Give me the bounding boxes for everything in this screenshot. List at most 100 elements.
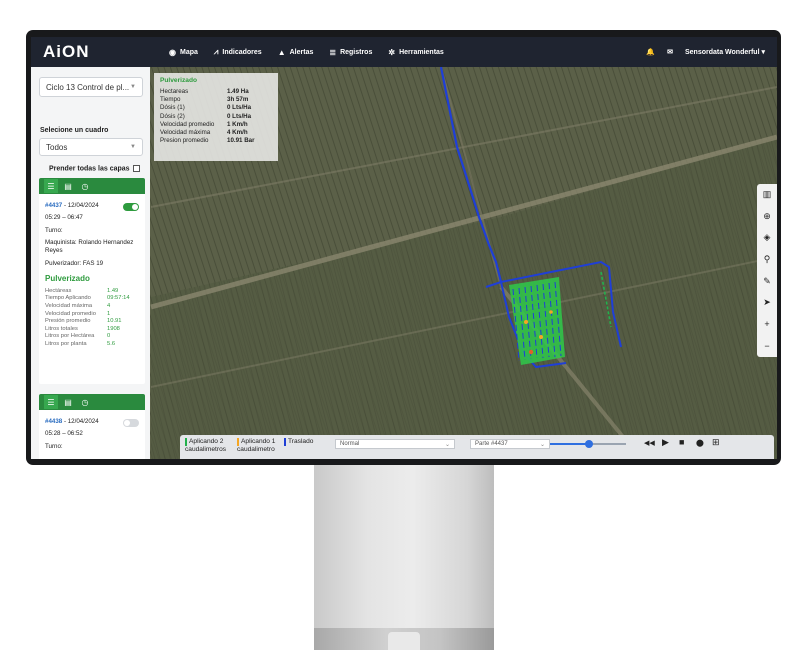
nav-label: Registros — [340, 48, 373, 56]
stat-row: Velocidad promedio 1 — [45, 310, 111, 317]
user-menu[interactable]: Sensordata Wonderful ▾ — [685, 48, 765, 56]
trip-status: Pulverizado — [45, 274, 90, 284]
globe-icon[interactable]: ⊕ — [757, 206, 777, 228]
trip-card[interactable]: ☰ ▤ ◷ #4438 - 12/04/2024 05:28 – 06:52 T… — [39, 394, 145, 459]
nav-alertas[interactable]: ▲ Alertas — [278, 48, 314, 57]
trip-date: - 12/04/2024 — [62, 418, 99, 425]
ruler-icon[interactable]: ✎ — [757, 270, 777, 292]
list-icon[interactable]: ☰ — [44, 179, 58, 193]
layers-label: Prender todas las capas — [49, 165, 130, 173]
legend-swatch — [284, 438, 286, 446]
trip-time: 05:29 – 06:47 — [45, 214, 83, 222]
map-layers-icon[interactable]: ▥ — [757, 184, 777, 206]
mode-select[interactable]: Normal ⌄ — [335, 439, 455, 449]
nav-registros[interactable]: ≣ Registros — [329, 48, 372, 57]
layers-toggle[interactable]: Prender todas las capas — [49, 165, 140, 172]
nav-label: Indicadores — [222, 48, 262, 56]
info-row: Presion promedio 10.91 Bar — [160, 137, 255, 145]
stat-row: Litros por planta 5.6 — [45, 340, 116, 347]
card-tabs: ☰ ▤ ◷ — [39, 178, 145, 194]
marker-icon[interactable]: ⬤ — [696, 439, 704, 447]
playback-slider-remaining — [590, 443, 626, 445]
zoom-in-icon[interactable]: + — [757, 314, 777, 336]
trip-maquinista: Maquinista: Rolando Hernandez Reyes — [45, 239, 134, 255]
map-toolbar: ▥ ⊕ ◈ ⚲ ✎ ➤ + − — [757, 184, 777, 357]
chevron-down-icon: ⌄ — [539, 441, 545, 448]
info-row: Tiempo 3h 57m — [160, 96, 249, 104]
bell-icon[interactable]: 🔔 — [646, 48, 655, 56]
clock-icon[interactable]: ◷ — [78, 395, 92, 409]
play-icon[interactable]: ▶ — [662, 437, 669, 448]
mail-icon[interactable]: ✉ — [667, 48, 673, 56]
navigate-icon[interactable]: ➤ — [757, 292, 777, 314]
cycle-select-value: Ciclo 13 Control de pl... — [46, 82, 130, 92]
playback-bar: Aplicando 2 caudalimetros Aplicando 1 ca… — [180, 435, 774, 459]
cuadro-select-value: Todos — [46, 142, 68, 152]
info-row: Dósis (2) 0 Lts/Ha — [160, 112, 252, 120]
chevron-down-icon: ▼ — [130, 84, 136, 90]
clipboard-icon[interactable]: ▤ — [61, 395, 75, 409]
cuadro-label: Selecione un cuadro — [40, 127, 109, 134]
pin-icon[interactable]: ⚲ — [757, 249, 777, 271]
table-icon[interactable]: ⊞ — [712, 437, 720, 448]
clipboard-icon[interactable]: ▤ — [61, 179, 75, 193]
trip-turno: Turno: — [45, 226, 63, 234]
stat-row: Hectáreas 1.49 — [45, 287, 119, 294]
trip-turno: Turno: — [45, 442, 63, 450]
cycle-select[interactable]: Ciclo 13 Control de pl... ▼ — [39, 77, 143, 97]
nav-herramientas[interactable]: ✲ Herramientas — [388, 48, 443, 57]
playback-slider-handle[interactable] — [585, 440, 593, 448]
zoom-out-icon[interactable]: − — [757, 335, 777, 357]
top-navbar: AiON ◉ Mapa ⩘ Indicadores ▲ Alertas ≣ Re… — [31, 37, 777, 67]
trip-time: 05:28 – 06:52 — [45, 430, 83, 438]
chevron-down-icon: ▼ — [130, 144, 136, 150]
stop-icon[interactable]: ■ — [679, 437, 684, 447]
main-nav: ◉ Mapa ⩘ Indicadores ▲ Alertas ≣ Registr… — [169, 37, 460, 67]
info-row: Dósis (1) 0 Lts/Ha — [160, 104, 252, 112]
nav-indicadores[interactable]: ⩘ Indicadores — [214, 47, 262, 57]
nav-label: Herramientas — [399, 48, 444, 56]
trip-card[interactable]: ☰ ▤ ◷ #4437 - 12/04/2024 05:29 – 06:47 T… — [39, 178, 145, 384]
stat-row: Litros totales 1908 — [45, 325, 120, 332]
trip-pulverizador: Pulverizador: FAS 19 — [45, 259, 104, 267]
nav-mapa[interactable]: ◉ Mapa — [169, 48, 198, 57]
rewind-icon[interactable]: ◀◀ — [644, 439, 655, 447]
trip-link[interactable]: #4437 — [45, 202, 62, 209]
info-title: Pulverizado — [160, 77, 198, 84]
card-tabs: ☰ ▤ ◷ — [39, 394, 145, 410]
chevron-down-icon: ⌄ — [444, 441, 450, 448]
user-area: 🔔 ✉ Sensordata Wonderful ▾ — [634, 37, 765, 67]
database-icon: ≣ — [329, 47, 337, 57]
trip-date: - 12/04/2024 — [62, 202, 99, 209]
trip-toggle[interactable] — [123, 419, 139, 427]
legend-item: Traslado — [284, 438, 324, 446]
stand-cable-hole — [388, 632, 420, 650]
stat-row: Presión promedio 10.91 — [45, 318, 122, 325]
info-row: Hectareas 1.49 Ha — [160, 88, 249, 95]
app-logo[interactable]: AiON — [43, 42, 90, 62]
clock-icon[interactable]: ◷ — [78, 179, 92, 193]
list-icon[interactable]: ☰ — [44, 395, 58, 409]
sidebar: Ciclo 13 Control de pl... ▼ Selecione un … — [31, 67, 150, 459]
stat-row: Velocidad máxima 4 — [45, 303, 111, 310]
legend-item: Aplicando 2 caudalimetros — [185, 438, 227, 453]
chart-icon: ⩘ — [213, 47, 219, 56]
nav-label: Alertas — [289, 48, 314, 56]
layers-checkbox[interactable] — [132, 165, 140, 172]
warning-icon: ▲ — [277, 47, 286, 57]
tools-icon: ✲ — [388, 47, 396, 57]
nav-label: Mapa — [179, 48, 198, 56]
screen: AiON ◉ Mapa ⩘ Indicadores ▲ Alertas ≣ Re… — [31, 37, 777, 459]
stat-row: Tiempo Aplicando 09:57:14 — [45, 295, 130, 302]
trip-link[interactable]: #4438 — [45, 418, 62, 425]
monitor-stand — [314, 462, 494, 632]
info-row: Velocidad máxima 4 Km/h — [160, 128, 248, 136]
legend-swatch — [237, 438, 239, 446]
trip-toggle[interactable] — [123, 203, 139, 211]
legend-item: Aplicando 1 caudalimetro — [237, 438, 276, 453]
stat-row: Litros por Hectárea 0 — [45, 333, 111, 340]
compass-icon[interactable]: ◈ — [757, 227, 777, 249]
part-select[interactable]: Parte #4437 ⌄ — [470, 439, 550, 449]
cuadro-select[interactable]: Todos ▼ — [39, 138, 143, 156]
info-row: Velocidad promedio 1 Km/h — [160, 120, 248, 128]
